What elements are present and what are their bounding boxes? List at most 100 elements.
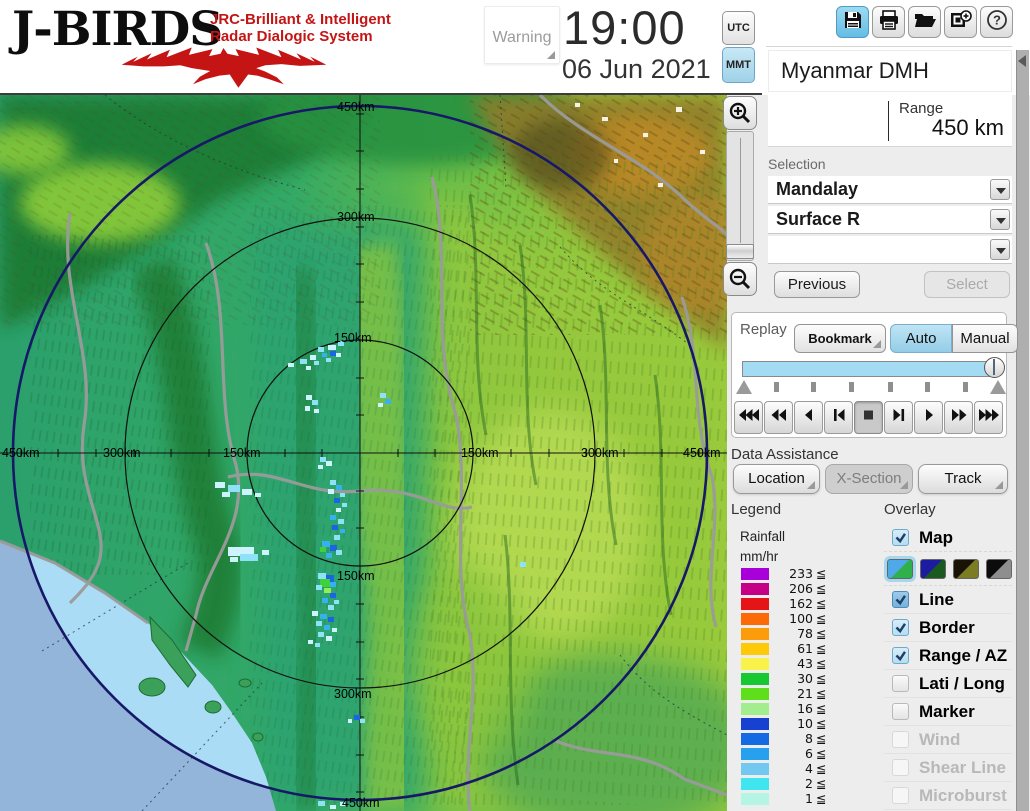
rewind-icon (769, 408, 789, 427)
header-bar: J-BIRDS JRC-Brilliant & Intelligent Rada… (0, 0, 762, 95)
radar-echo-cell (262, 550, 269, 555)
radar-echo-cell (334, 535, 340, 540)
previous-button[interactable]: Previous (774, 271, 860, 298)
range-az-checkbox[interactable] (892, 647, 909, 664)
legend-title-line2: mm/hr (740, 548, 779, 564)
radar-echo-cell (326, 358, 331, 362)
legend-row: 16 ≦ (741, 701, 829, 716)
logo-subtitle-line1: JRC-Brilliant & Intelligent (210, 11, 391, 28)
map-zoom-control (721, 96, 759, 298)
shear-line-checkbox (892, 759, 909, 776)
radar-echo-cell (320, 547, 326, 552)
legend-lte-symbol: ≦ (816, 581, 827, 596)
step-forward-button[interactable] (884, 401, 913, 434)
rewind-fast-button[interactable] (734, 401, 763, 434)
legend-color-swatch (741, 777, 769, 790)
overlay-item-line[interactable]: Line (884, 586, 1012, 614)
help-button[interactable]: ? (980, 6, 1013, 38)
play-reverse-button[interactable] (794, 401, 823, 434)
zoom-slider-track[interactable] (726, 131, 754, 261)
timezone-utc-button[interactable]: UTC (722, 11, 755, 45)
lati-long-checkbox[interactable] (892, 675, 909, 692)
forward-button[interactable] (944, 401, 973, 434)
dropdown-arrow-button[interactable] (990, 209, 1010, 230)
step-back-button[interactable] (824, 401, 853, 434)
selection-dropdown-2[interactable]: Surface R (768, 206, 1012, 234)
forward-fast-button[interactable] (974, 401, 1003, 434)
add-image-button[interactable] (944, 6, 977, 38)
data-assistance-buttons: Location X-Section Track (733, 464, 1008, 494)
radar-echo-cell (242, 489, 252, 495)
legend-lte-symbol: ≦ (816, 791, 827, 806)
range-ring-label: 450km (342, 796, 380, 810)
border-checkbox[interactable] (892, 619, 909, 636)
bookmark-button[interactable]: Bookmark (794, 324, 886, 353)
stop-button[interactable] (854, 401, 883, 434)
replay-panel: Replay Bookmark Auto Manual (731, 312, 1018, 438)
dropdown-arrow-button[interactable] (990, 179, 1010, 200)
map-checkbox[interactable] (892, 529, 909, 546)
open-folder-button[interactable] (908, 6, 941, 38)
stop-icon (859, 408, 879, 427)
play-button[interactable] (914, 401, 943, 434)
radar-echo-cell (326, 461, 332, 466)
line-checkbox[interactable] (892, 591, 909, 608)
panel-scrollbar[interactable] (1016, 50, 1029, 811)
radar-echo-cell (336, 508, 341, 512)
manual-button[interactable]: Manual (952, 324, 1018, 353)
radar-echo-cell (328, 617, 334, 622)
legend-value: 233 (789, 566, 813, 581)
legend-scale: 233 ≦ 206 ≦ 162 ≦ 100 ≦ 78 ≦ 61 ≦ 43 ≦ 30 ≦ 21 ≦ 16 ≦ 10 ≦ 8 ≦ 6… (741, 566, 829, 806)
slider-start-marker[interactable] (736, 380, 752, 394)
overlay-item-map[interactable]: Map (884, 524, 1012, 552)
location-button[interactable]: Location (733, 464, 820, 494)
map-style-swatch-1[interactable] (884, 555, 916, 582)
auto-button[interactable]: Auto (890, 324, 952, 353)
overlay-item-marker[interactable]: Marker (884, 698, 1012, 726)
replay-timeline-slider[interactable] (742, 361, 994, 377)
replay-slider-handle[interactable] (984, 357, 1005, 378)
slider-end-marker[interactable] (990, 380, 1006, 394)
timezone-mmt-button[interactable]: MMT (722, 47, 755, 83)
radar-echo-cell (320, 614, 327, 619)
legend-value: 61 (797, 641, 813, 656)
save-button[interactable] (836, 6, 869, 38)
selection-dropdown-1[interactable]: Mandalay (768, 176, 1012, 204)
overlay-item-border[interactable]: Border (884, 614, 1012, 642)
slider-tick (849, 382, 854, 392)
panel-collapse-arrow-icon[interactable] (1018, 55, 1026, 67)
selection-label: Selection (768, 156, 826, 172)
selection-dropdown-3[interactable] (768, 236, 1012, 264)
radar-map[interactable]: 450km 300km 150km 150km 300km 450km 450km 300km… (0, 69, 760, 811)
zoom-slider-handle[interactable] (726, 244, 754, 259)
legend-row: 6 ≦ (741, 746, 829, 761)
map-style-swatch-4[interactable] (986, 558, 1012, 579)
print-button[interactable] (872, 6, 905, 38)
radar-echo-cell (215, 482, 225, 488)
radar-echo-cell (314, 409, 319, 413)
legend-value: 2 (805, 776, 813, 791)
warning-button[interactable]: Warning (484, 6, 560, 64)
radar-echo-cell (385, 399, 391, 404)
zoom-out-button[interactable] (723, 262, 757, 296)
legend-row: 78 ≦ (741, 626, 829, 641)
overlay-item-lati-long[interactable]: Lati / Long (884, 670, 1012, 698)
overlay-item-range-az[interactable]: Range / AZ (884, 642, 1012, 670)
zoom-in-button[interactable] (723, 96, 757, 130)
map-style-swatch-2[interactable] (920, 558, 946, 579)
range-ring-label: 300km (103, 446, 141, 460)
radar-echo-cell (330, 480, 336, 485)
rewind-button[interactable] (764, 401, 793, 434)
overlay-list: Map Line Border Range / AZ Lati / Long Marker… (884, 524, 1012, 810)
help-icon: ? (986, 9, 1008, 36)
legend-color-swatch (741, 762, 769, 775)
dropdown-arrow-button[interactable] (990, 239, 1010, 260)
track-button[interactable]: Track (918, 464, 1008, 494)
legend-title: Rainfall mm/hr (740, 527, 785, 566)
marker-checkbox[interactable] (892, 703, 909, 720)
map-style-swatch-3[interactable] (953, 558, 979, 579)
radar-echo-cell (316, 621, 322, 626)
toolbar-separator (766, 46, 1012, 47)
add-image-icon (949, 9, 973, 36)
dropdown-value: Surface R (776, 209, 861, 229)
